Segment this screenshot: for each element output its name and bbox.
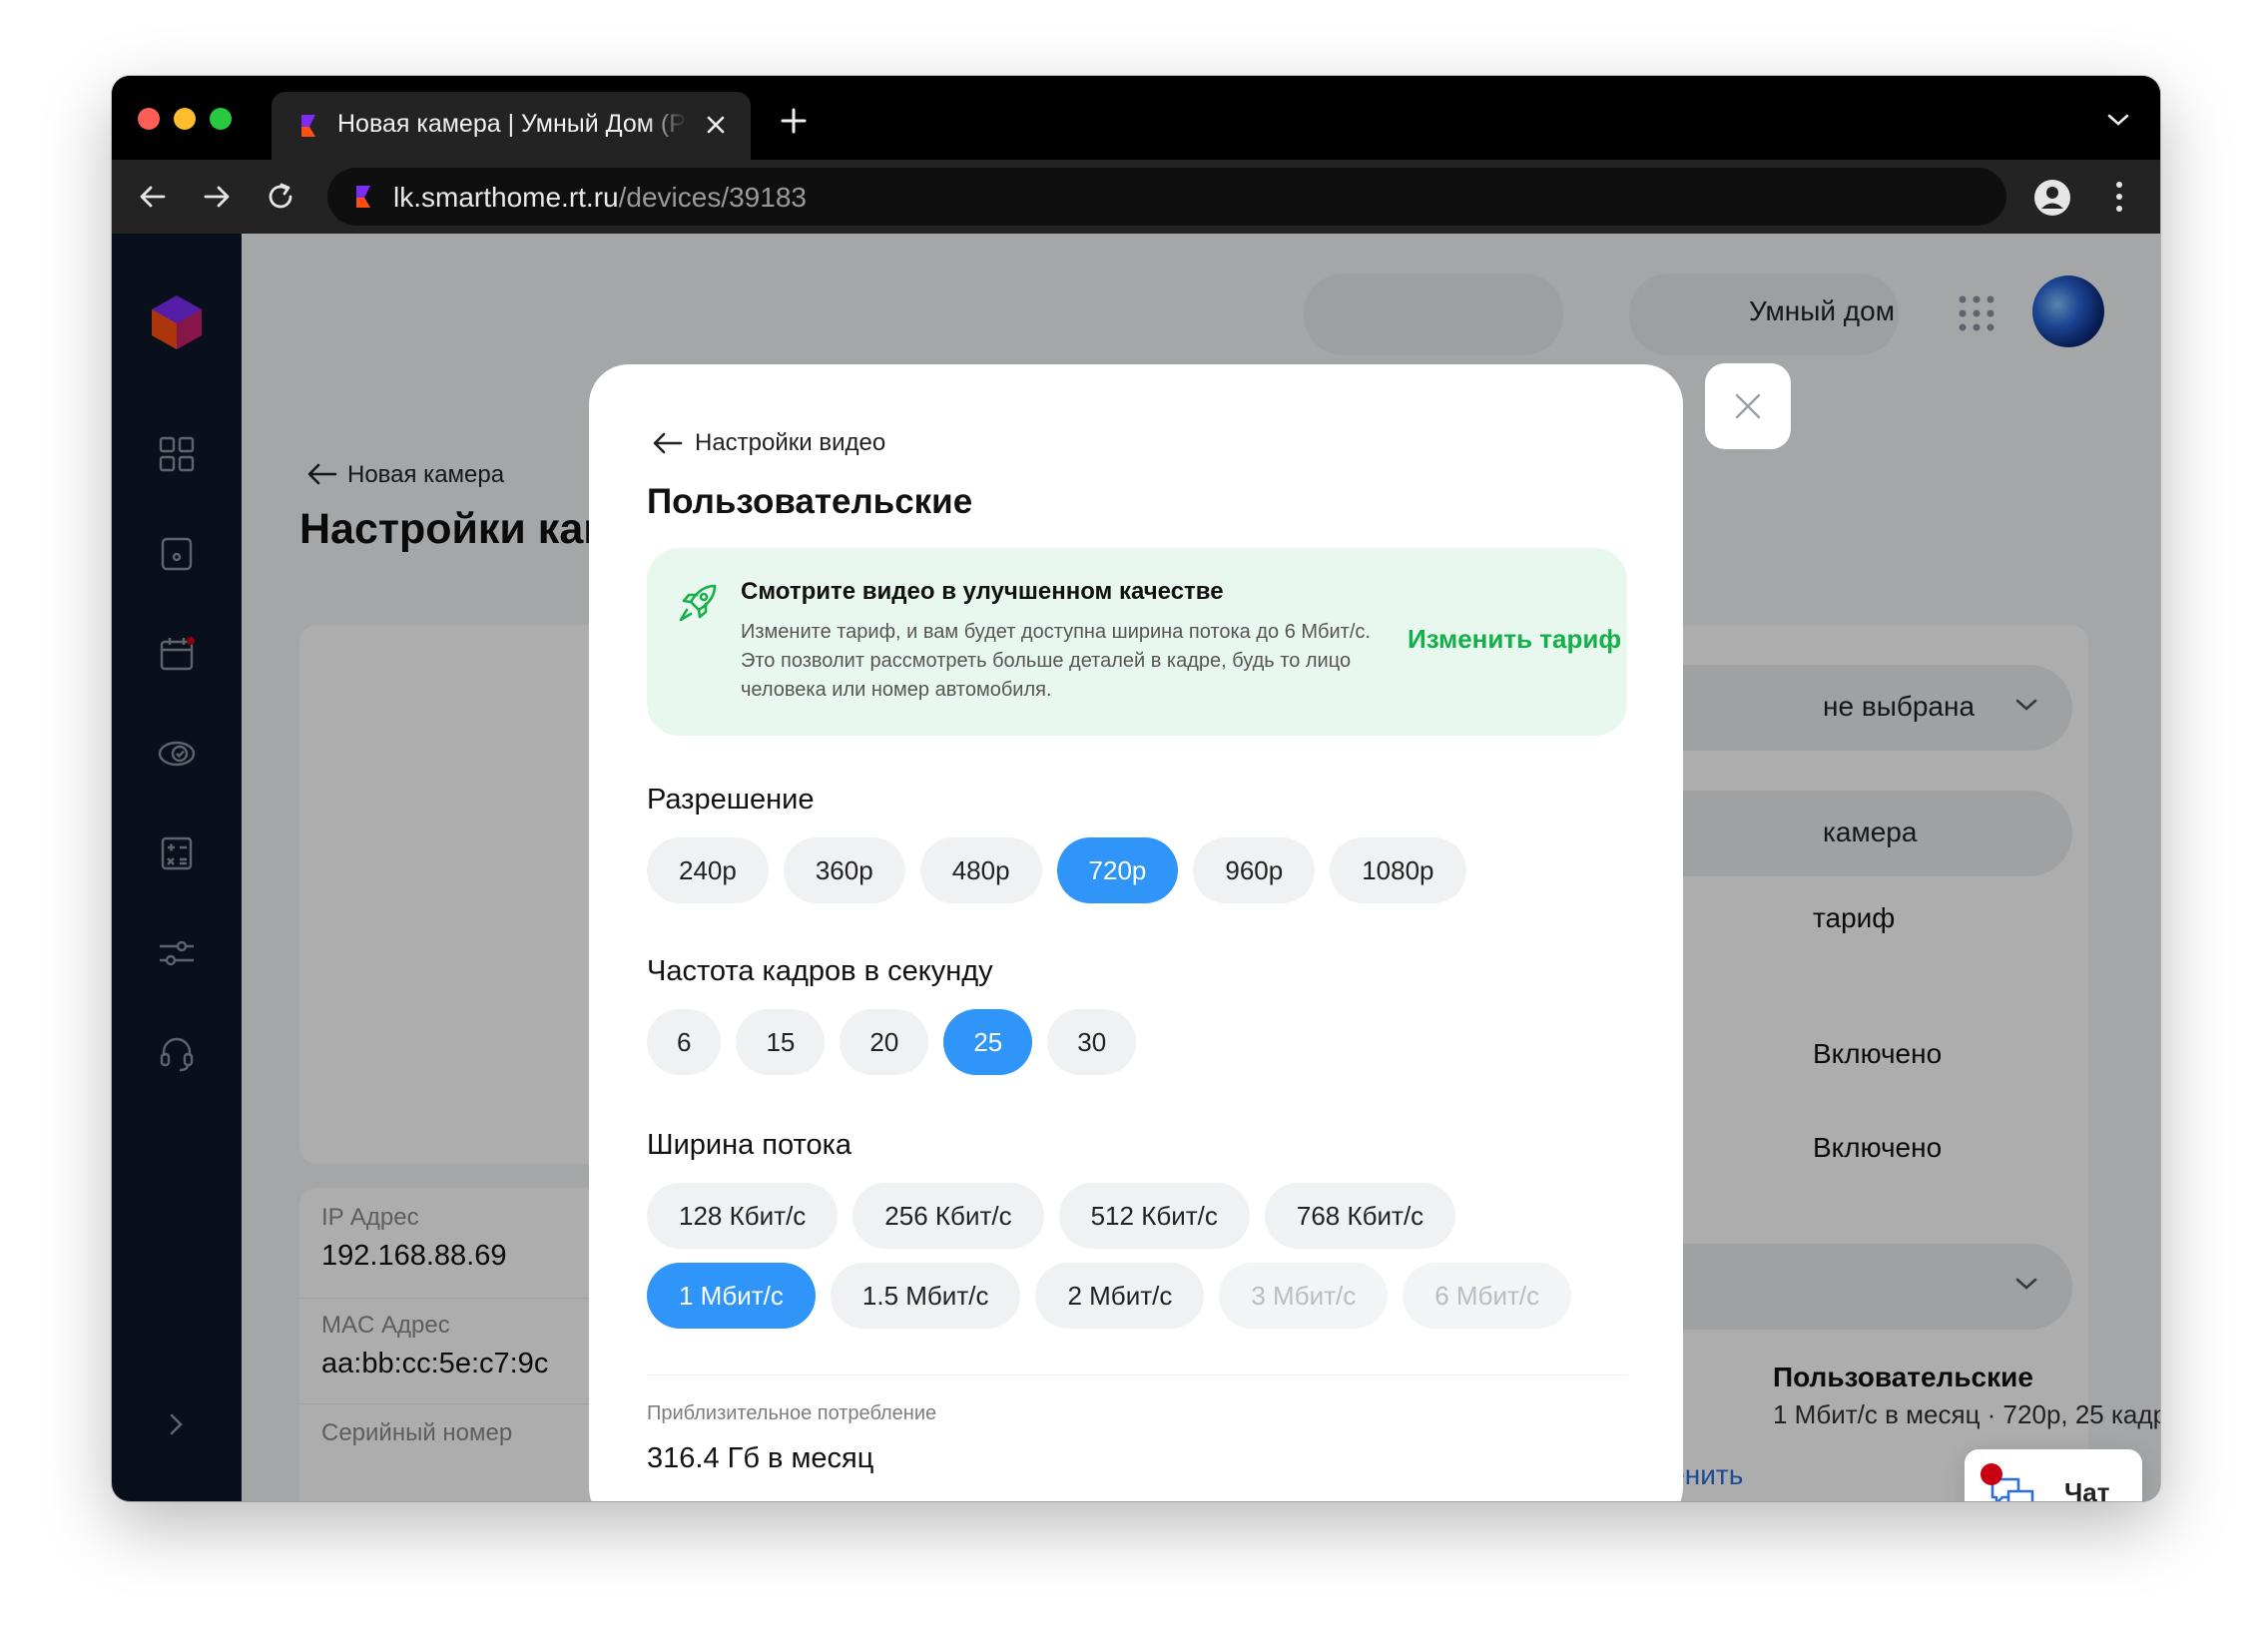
- close-modal-button[interactable]: [1705, 363, 1791, 449]
- resolution-option-360p[interactable]: 360p: [783, 837, 905, 903]
- chat-button[interactable]: Чат: [1965, 1449, 2142, 1501]
- bitrate-option-128k[interactable]: 128 Кбит/с: [647, 1183, 839, 1249]
- bitrate-label: Ширина потока: [647, 1129, 852, 1161]
- close-icon: [1735, 393, 1761, 419]
- resolution-option-1080p[interactable]: 1080p: [1330, 837, 1466, 903]
- promo-text: Измените тариф, и вам будет доступна шир…: [741, 621, 1371, 701]
- close-tab-icon[interactable]: [703, 112, 729, 138]
- resolution-option-960p[interactable]: 960p: [1193, 837, 1316, 903]
- upgrade-promo-banner: Смотрите видео в улучшенном качестве Изм…: [647, 548, 1627, 736]
- fps-options: 6 15 20 25 30: [647, 1009, 1137, 1075]
- forward-arrow-icon[interactable]: [200, 180, 234, 214]
- fps-option-6[interactable]: 6: [647, 1009, 722, 1075]
- divider: [647, 1374, 1627, 1375]
- back-to-video-settings[interactable]: Настройки видео: [651, 426, 885, 460]
- browser-window: Новая камера | Умный Дом (Ростелеком) l: [112, 76, 2160, 1501]
- resolution-options: 240p 360p 480p 720p 960p 1080p: [647, 837, 1466, 903]
- bitrate-option-2m[interactable]: 2 Мбит/с: [1035, 1263, 1205, 1329]
- site-favicon-icon: [356, 186, 370, 208]
- bitrate-option-6m-disabled: 6 Мбит/с: [1403, 1263, 1572, 1329]
- bitrate-options-row2: 1 Мбит/с 1.5 Мбит/с 2 Мбит/с 3 Мбит/с 6 …: [647, 1263, 1572, 1329]
- bitrate-option-1-5m[interactable]: 1.5 Мбит/с: [830, 1263, 1021, 1329]
- promo-title: Смотрите видео в улучшенном качестве: [741, 578, 1224, 605]
- close-window-button[interactable]: [138, 108, 160, 130]
- profile-icon[interactable]: [2032, 178, 2072, 218]
- back-label: Настройки видео: [695, 429, 886, 456]
- usage-value: 316.4 Гб в месяц: [647, 1442, 874, 1474]
- fps-option-15[interactable]: 15: [736, 1009, 826, 1075]
- chat-label: Чат: [2064, 1477, 2110, 1501]
- fps-option-30[interactable]: 30: [1047, 1009, 1137, 1075]
- url-path: /devices/39183: [618, 182, 807, 213]
- bitrate-option-768k[interactable]: 768 Кбит/с: [1264, 1183, 1456, 1249]
- fps-option-25[interactable]: 25: [943, 1009, 1033, 1075]
- browser-menu-icon[interactable]: [2114, 180, 2124, 214]
- chat-notification-badge: [1981, 1463, 2002, 1485]
- tab-title: Новая камера | Умный Дом (Ростелеком): [337, 110, 687, 138]
- window-controls: [138, 108, 232, 130]
- resolution-option-720p[interactable]: 720p: [1056, 837, 1179, 903]
- fps-label: Частота кадров в секунду: [647, 955, 993, 987]
- new-tab-icon[interactable]: [779, 106, 809, 136]
- url-host: lk.smarthome.rt.ru: [393, 182, 619, 213]
- bitrate-option-3m-disabled: 3 Мбит/с: [1219, 1263, 1389, 1329]
- bitrate-options-row1: 128 Кбит/с 256 Кбит/с 512 Кбит/с 768 Кби…: [647, 1183, 1456, 1249]
- url-text: lk.smarthome.rt.ru/devices/39183: [393, 182, 807, 214]
- bitrate-option-1m[interactable]: 1 Мбит/с: [647, 1263, 816, 1329]
- url-field[interactable]: lk.smarthome.rt.ru/devices/39183: [327, 168, 2006, 226]
- tab-bar: Новая камера | Умный Дом (Ростелеком): [112, 76, 2160, 160]
- resolution-option-480p[interactable]: 480p: [919, 837, 1042, 903]
- address-bar: lk.smarthome.rt.ru/devices/39183: [112, 160, 2160, 234]
- bitrate-option-512k[interactable]: 512 Кбит/с: [1058, 1183, 1250, 1249]
- minimize-window-button[interactable]: [174, 108, 196, 130]
- back-arrow-icon[interactable]: [136, 180, 170, 214]
- rostelecom-favicon-icon: [301, 115, 315, 137]
- maximize-window-button[interactable]: [210, 108, 232, 130]
- change-tariff-link[interactable]: Изменить тариф: [1408, 624, 1621, 655]
- tab-active[interactable]: Новая камера | Умный Дом (Ростелеком): [272, 92, 751, 160]
- back-arrow-icon: [653, 432, 683, 454]
- reload-icon[interactable]: [264, 180, 297, 214]
- fps-option-20[interactable]: 20: [840, 1009, 929, 1075]
- video-settings-modal: Настройки видео Пользовательские Смотрит…: [589, 364, 1683, 1501]
- rocket-icon: [679, 584, 717, 622]
- resolution-label: Разрешение: [647, 784, 815, 816]
- modal-title: Пользовательские: [647, 482, 973, 521]
- usage-label: Приблизительное потребление: [647, 1402, 937, 1424]
- chevron-down-icon[interactable]: [2106, 112, 2130, 128]
- resolution-option-240p[interactable]: 240p: [647, 837, 769, 903]
- page-content: Умный дом Новая камера Настройки камеры …: [112, 234, 2160, 1501]
- bitrate-option-256k[interactable]: 256 Кбит/с: [852, 1183, 1044, 1249]
